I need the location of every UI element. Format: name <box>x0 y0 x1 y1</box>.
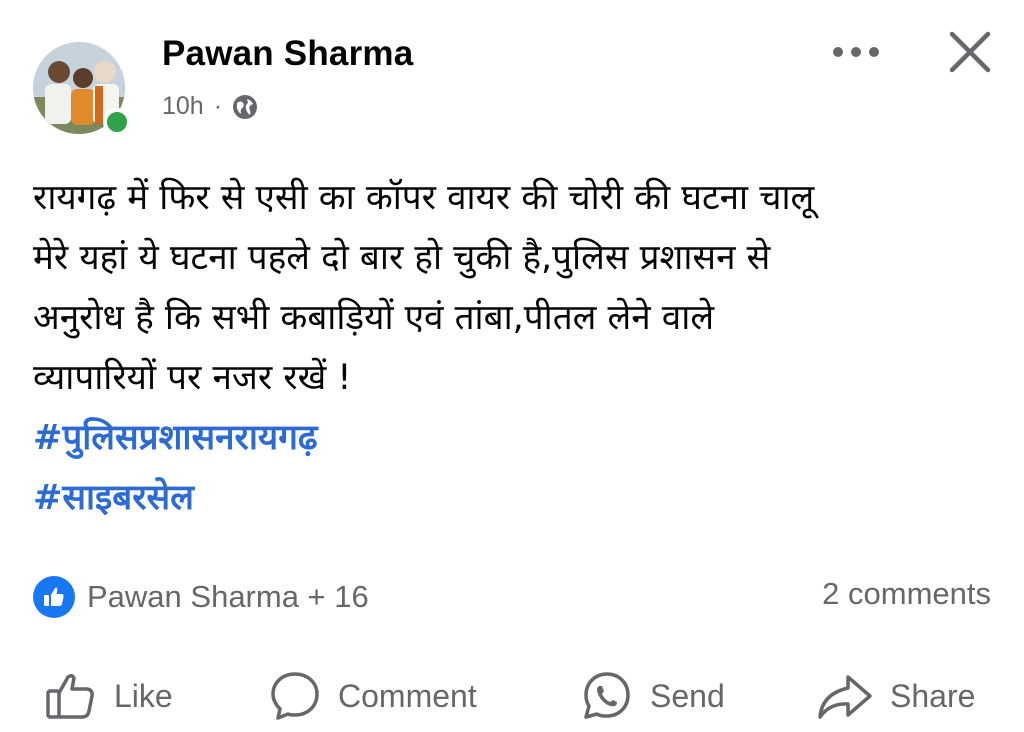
post-meta: 10h · <box>162 92 258 121</box>
comment-icon <box>271 672 319 720</box>
reactions-summary[interactable]: Pawan Sharma + 16 <box>33 574 369 620</box>
like-label: Like <box>114 677 173 714</box>
more-horizontal-icon <box>833 47 879 57</box>
share-label: Share <box>890 677 976 714</box>
author-name[interactable]: Pawan Sharma <box>162 34 413 74</box>
whatsapp-icon <box>584 672 630 719</box>
comment-button[interactable]: Comment <box>268 666 477 726</box>
online-status-indicator <box>103 108 131 136</box>
post-body: रायगढ़ में फिर से एसी का कॉपर वायर की चो… <box>33 168 993 528</box>
like-button[interactable]: Like <box>44 666 173 726</box>
post-text-line: मेरे यहां ये घटना पहले दो बार हो चुकी है… <box>33 238 771 278</box>
close-button[interactable] <box>944 26 996 78</box>
share-button[interactable]: Share <box>816 666 975 726</box>
reactions-text: Pawan Sharma + 16 <box>87 579 369 614</box>
send-label: Send <box>650 677 725 714</box>
globe-icon[interactable] <box>232 94 258 120</box>
meta-separator: · <box>213 92 223 120</box>
comment-label: Comment <box>338 677 477 714</box>
send-button[interactable]: Send <box>580 666 725 726</box>
like-reaction-icon <box>33 576 75 618</box>
more-options-button[interactable] <box>826 30 886 70</box>
author-avatar[interactable] <box>33 42 133 142</box>
post-text-line: रायगढ़ में फिर से एसी का कॉपर वायर की चो… <box>33 178 815 218</box>
post-time[interactable]: 10h <box>162 92 204 121</box>
post-text-line: व्यापारियों पर नजर रखें ! <box>33 358 352 398</box>
hashtag-link[interactable]: #साइबरसेल <box>33 468 993 528</box>
share-arrow-icon <box>818 675 872 719</box>
comments-count[interactable]: 2 comments <box>822 576 991 612</box>
hashtag-link[interactable]: #पुलिसप्रशासनरायगढ़ <box>33 408 993 468</box>
thumbs-up-icon <box>46 673 94 719</box>
post-header: Pawan Sharma 10h · <box>0 0 1024 150</box>
post-text-line: अनुरोध है कि सभी कबाड़ियों एवं तांबा,पीत… <box>33 298 715 338</box>
post-actions-bar: Like Comment Send Share <box>0 660 1024 732</box>
close-icon <box>949 31 991 73</box>
